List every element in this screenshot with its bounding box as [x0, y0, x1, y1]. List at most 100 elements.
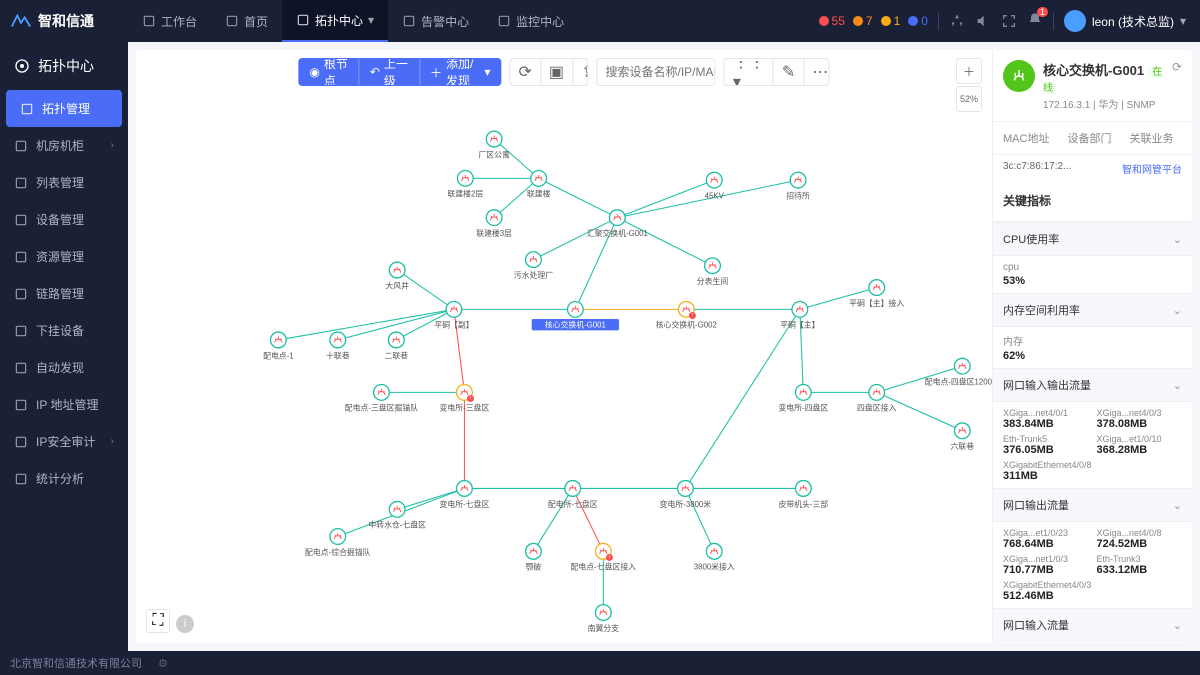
svg-text:核心交换机-G002: 核心交换机-G002 — [656, 320, 717, 330]
svg-text:3800米接入: 3800米接入 — [694, 562, 735, 572]
fullscreen-icon[interactable] — [1001, 13, 1017, 29]
sidebar-item-stat[interactable]: 统计分析 — [0, 460, 128, 497]
accordion-header[interactable]: CPU使用率⌄ — [993, 222, 1192, 256]
stat[interactable]: 7 — [853, 14, 873, 28]
svg-text:二联巷: 二联巷 — [384, 351, 408, 360]
svg-text:!: ! — [470, 396, 471, 402]
node[interactable]: 平硐【主】接入 — [849, 280, 904, 308]
node[interactable]: 配电点-综合掘锚队 — [305, 529, 371, 557]
layout-icon[interactable]: ⋮⋮ ▾ — [725, 59, 774, 85]
node[interactable]: 联建楼 — [527, 170, 551, 198]
edge — [533, 488, 572, 551]
svg-text:南翼分支: 南翼分支 — [588, 623, 620, 633]
node[interactable]: 45KV — [705, 172, 725, 200]
node[interactable]: !核心交换机-G002 — [656, 302, 717, 330]
svg-text:!: ! — [692, 313, 693, 319]
sidebar-item-res[interactable]: 资源管理 — [0, 238, 128, 275]
node[interactable]: 3800米接入 — [694, 543, 735, 571]
node[interactable]: 十联巷 — [326, 332, 350, 360]
node[interactable]: 平硐【副】 — [434, 302, 473, 330]
accordion-header[interactable]: 网口输入输出流量⌄ — [993, 368, 1192, 402]
node[interactable]: 南翼分支 — [588, 605, 620, 633]
panel-tab[interactable]: 关联业务 — [1129, 130, 1173, 146]
node[interactable]: 联建楼2层 — [447, 170, 483, 198]
panel-title: 核心交换机-G001 — [1043, 63, 1144, 78]
search-input[interactable] — [597, 59, 715, 85]
sidebar-item-rack[interactable]: 机房机柜› — [0, 127, 128, 164]
section-title: 关键指标 — [1003, 192, 1182, 209]
nav-home[interactable]: 首页 — [211, 0, 282, 42]
svg-text:联建楼3层: 联建楼3层 — [476, 228, 512, 238]
node[interactable]: 汇聚交换机-G001 — [587, 210, 648, 238]
sidebar-item-link[interactable]: 链路管理 — [0, 275, 128, 312]
node[interactable]: 配电点-三盘区掘锚队 — [345, 384, 418, 412]
expand-icon[interactable]: ⛶ — [146, 609, 170, 633]
nav-desk[interactable]: 工作台 — [128, 0, 211, 42]
svg-text:!: ! — [609, 555, 610, 561]
accordion-header[interactable]: 网口输入流量⌄ — [993, 608, 1192, 642]
sidebar-item-ipsec[interactable]: IP安全审计› — [0, 423, 128, 460]
save-icon[interactable]: ▣ — [541, 59, 573, 85]
node[interactable]: 皮带机头-三部 — [778, 481, 828, 509]
edit-icon[interactable]: ✎ — [774, 59, 804, 85]
sidebar-item-ip[interactable]: IP 地址管理 — [0, 386, 128, 423]
panel-tab[interactable]: 设备部门 — [1067, 130, 1111, 146]
node[interactable]: 分表生间 — [697, 258, 729, 286]
nav-alarm[interactable]: 告警中心 — [388, 0, 483, 42]
nav-topo[interactable]: 拓扑中心 ▾ — [282, 0, 388, 42]
node[interactable]: 颚破 — [526, 543, 542, 571]
settings-icon[interactable]: ⚙ — [158, 657, 168, 670]
node[interactable]: 厂区公寓 — [478, 131, 510, 159]
svg-text:六联巷: 六联巷 — [951, 441, 975, 451]
more-icon[interactable]: ⋯ — [804, 59, 829, 85]
add-button[interactable]: ＋ 添加/发现 ▾ — [420, 59, 500, 85]
node[interactable]: 配电点-1 — [263, 332, 294, 360]
refresh-icon[interactable]: ⟳ — [1172, 60, 1182, 74]
svg-text:45KV: 45KV — [705, 191, 725, 200]
node[interactable]: 核心交换机-G001 — [532, 302, 619, 331]
node[interactable]: 变电所-3800米 — [660, 481, 712, 509]
sidebar-item-dev[interactable]: 设备管理 — [0, 201, 128, 238]
svg-text:厂区公寓: 厂区公寓 — [478, 149, 510, 159]
node[interactable]: 联建楼3层 — [476, 210, 512, 238]
accordion-header[interactable]: 网口输出流量⌄ — [993, 488, 1192, 522]
stat[interactable]: 55 — [819, 14, 845, 28]
node[interactable]: 配电点-四盘区1200米 — [925, 358, 992, 386]
node[interactable]: 变电所-四盘区 — [778, 384, 828, 412]
node[interactable]: !变电所-三盘区 — [440, 384, 490, 412]
zoom-in-button[interactable]: ＋ — [956, 58, 982, 84]
node[interactable]: 二联巷 — [384, 332, 408, 360]
node[interactable]: 配电所-七盘区 — [548, 481, 598, 509]
accordion-header[interactable]: 内存空间利用率⌄ — [993, 293, 1192, 327]
nav-monitor[interactable]: 监控中心 — [483, 0, 578, 42]
up-button[interactable]: ↶ 上一级 — [360, 59, 420, 85]
root-button[interactable]: ◉ 根节点 — [299, 59, 359, 85]
svg-text:招待所: 招待所 — [786, 190, 810, 200]
brand-logo: 智和信通 — [0, 10, 128, 32]
user-menu[interactable]: leon (技术总监) ▾ — [1064, 10, 1186, 32]
device-icon — [1003, 60, 1035, 92]
sidebar-item-topo[interactable]: 拓扑管理 — [6, 90, 122, 127]
svg-text:变电所-3800米: 变电所-3800米 — [660, 499, 712, 509]
node[interactable]: 污水处理厂 — [514, 252, 553, 280]
svg-text:配电点-1: 配电点-1 — [263, 350, 294, 360]
sidebar-item-list[interactable]: 列表管理 — [0, 164, 128, 201]
node[interactable]: !配电点-七盘区接入 — [571, 543, 637, 571]
svg-text:四盘区接入: 四盘区接入 — [857, 403, 896, 413]
panel-sub: 172.16.3.1 | 华为 | SNMP — [1043, 96, 1164, 111]
sidebar-item-sub[interactable]: 下挂设备 — [0, 312, 128, 349]
sound-icon[interactable] — [975, 13, 991, 29]
export-icon[interactable]: ⇪ — [573, 59, 589, 85]
node[interactable]: 招待所 — [786, 172, 810, 200]
edge — [533, 218, 617, 260]
info-icon[interactable]: i — [176, 615, 194, 633]
stat[interactable]: 1 — [881, 14, 901, 28]
assoc-value[interactable]: 智和网管平台 — [1122, 161, 1182, 176]
bell-icon[interactable]: 1 — [1027, 12, 1043, 31]
theme-icon[interactable] — [949, 13, 965, 29]
stat[interactable]: 0 — [908, 14, 928, 28]
refresh-icon[interactable]: ⟳ — [510, 59, 540, 85]
panel-tab[interactable]: MAC地址 — [1003, 130, 1049, 146]
sidebar-item-auto[interactable]: 自动发现 — [0, 349, 128, 386]
svg-text:联建楼: 联建楼 — [527, 189, 551, 199]
